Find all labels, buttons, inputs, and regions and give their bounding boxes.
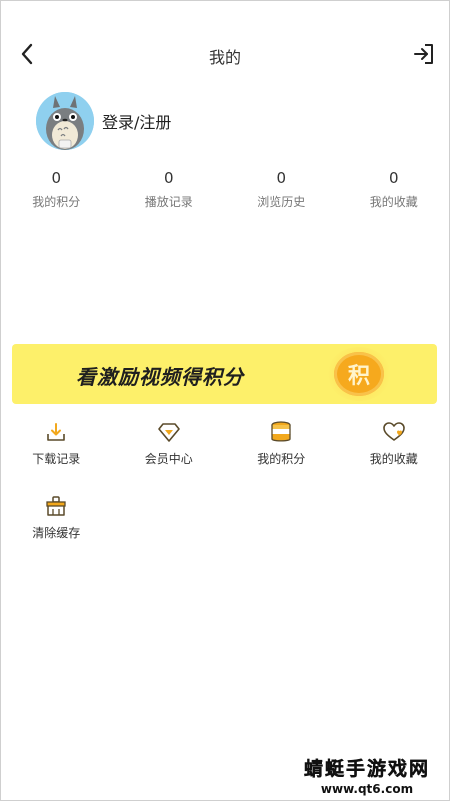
stat-points[interactable]: 0 我的积分 bbox=[0, 168, 113, 210]
reward-video-banner[interactable]: 看激励视频得积分 积 bbox=[12, 344, 437, 404]
logout-button[interactable] bbox=[408, 38, 440, 70]
menu-my-favorites[interactable]: 我的收藏 bbox=[338, 420, 450, 467]
diamond-icon-wrap bbox=[113, 420, 226, 444]
stat-play-history[interactable]: 0 播放记录 bbox=[113, 168, 226, 210]
header: 我的 bbox=[0, 30, 450, 78]
points-coin-icon: 积 bbox=[334, 352, 384, 396]
diamond-icon bbox=[157, 423, 180, 442]
logout-arrow-icon bbox=[414, 44, 433, 64]
download-icon-wrap bbox=[0, 420, 113, 444]
download-icon bbox=[47, 423, 66, 441]
watermark: 蜻蜓手游戏网 www.qt6.com bbox=[300, 754, 434, 796]
menu-clear-cache[interactable]: 清除缓存 bbox=[0, 494, 113, 541]
login-register-link[interactable]: 登录/注册 bbox=[102, 109, 171, 133]
stat-label: 我的收藏 bbox=[369, 195, 418, 209]
broom-icon bbox=[46, 496, 66, 516]
menu-label: 我的积分 bbox=[257, 452, 306, 466]
stat-value: 0 bbox=[51, 169, 62, 187]
broom-icon-wrap bbox=[0, 494, 113, 518]
menu-row: 清除缓存 bbox=[0, 494, 450, 541]
menu-my-points[interactable]: 我的积分 bbox=[225, 420, 338, 467]
coin-stack-icon bbox=[271, 421, 291, 442]
menu-download-records[interactable]: 下载记录 bbox=[0, 420, 113, 467]
stat-label: 浏览历史 bbox=[257, 195, 306, 209]
stat-value: 0 bbox=[276, 169, 287, 187]
banner-text: 看激励视频得积分 bbox=[76, 365, 244, 389]
heart-icon bbox=[382, 422, 405, 441]
stats-row: 0 我的积分 0 播放记录 0 浏览历史 0 我的收藏 bbox=[0, 168, 450, 210]
stat-value: 0 bbox=[163, 169, 174, 187]
stat-value: 0 bbox=[388, 169, 399, 187]
profile-section: 登录/注册 bbox=[36, 92, 171, 150]
menu-vip-center[interactable]: 会员中心 bbox=[113, 420, 226, 467]
menu-label: 下载记录 bbox=[32, 452, 81, 466]
avatar[interactable] bbox=[36, 92, 94, 150]
page-title: 我的 bbox=[208, 48, 241, 67]
stat-label: 我的积分 bbox=[32, 195, 81, 209]
menu-label: 我的收藏 bbox=[369, 452, 418, 466]
stat-favorites[interactable]: 0 我的收藏 bbox=[338, 168, 450, 210]
menu-label: 会员中心 bbox=[144, 452, 193, 466]
watermark-url: www.qt6.com bbox=[320, 782, 414, 796]
menu-label: 清除缓存 bbox=[32, 526, 81, 540]
stat-label: 播放记录 bbox=[144, 195, 193, 209]
heart-icon-wrap bbox=[338, 420, 450, 444]
menu-row: 下载记录 会员中心 我的积分 我的收藏 bbox=[0, 420, 450, 467]
totoro-avatar-icon bbox=[36, 92, 94, 150]
watermark-title: 蜻蜓手游戏网 bbox=[303, 758, 430, 780]
coin-stack-icon-wrap bbox=[225, 420, 338, 444]
stat-browse-history[interactable]: 0 浏览历史 bbox=[225, 168, 338, 210]
